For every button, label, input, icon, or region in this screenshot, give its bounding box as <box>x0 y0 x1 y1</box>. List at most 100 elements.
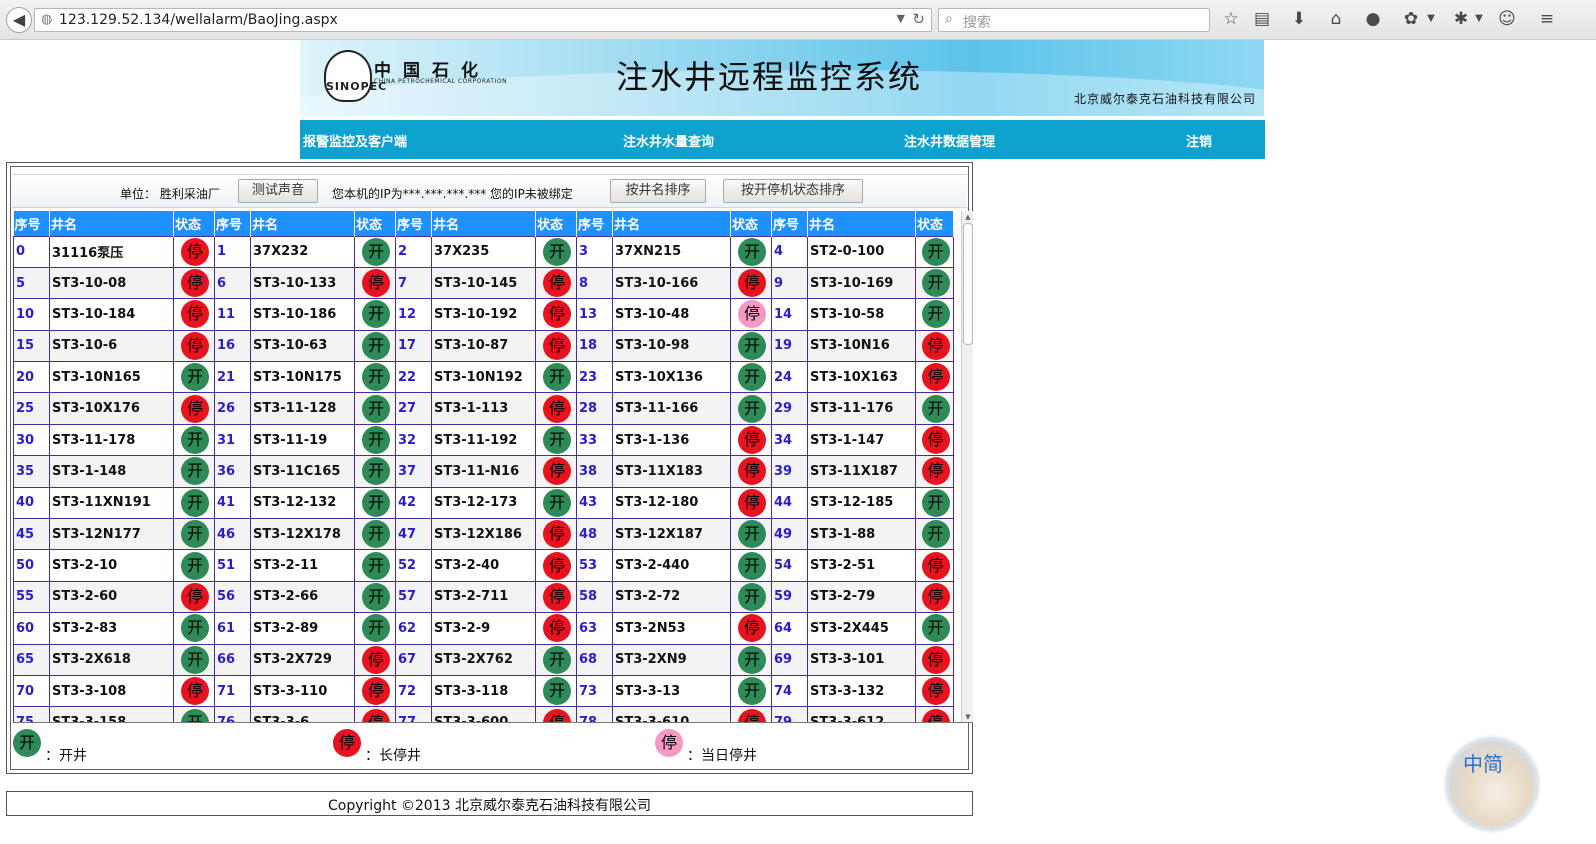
well-name[interactable]: ST3-11-192 <box>431 423 536 457</box>
stop-status-icon[interactable]: 停 <box>738 457 766 486</box>
well-name[interactable]: ST3-11-178 <box>49 423 174 457</box>
open-status-icon[interactable]: 开 <box>921 488 950 517</box>
stop-status-icon[interactable]: 停 <box>181 677 209 706</box>
well-name[interactable]: ST3-2-83 <box>49 612 174 645</box>
well-name[interactable]: ST3-3-110 <box>250 674 355 708</box>
stop-status-icon[interactable]: 停 <box>738 488 766 517</box>
well-name[interactable]: ST3-2-72 <box>612 580 731 614</box>
open-status-icon[interactable]: 开 <box>362 394 390 423</box>
open-status-icon[interactable]: 开 <box>738 331 766 360</box>
bookmark-star-icon[interactable]: ☆ <box>1220 9 1242 29</box>
sort-by-name-button[interactable]: 按井名排序 <box>610 179 706 203</box>
scrollbar-thumb[interactable] <box>963 223 973 345</box>
well-name[interactable]: ST3-10-58 <box>807 298 916 331</box>
nav-water-query[interactable]: 注水井水量查询 <box>623 131 714 150</box>
open-status-icon[interactable]: 开 <box>738 363 766 392</box>
stop-status-icon[interactable]: 停 <box>543 708 571 722</box>
scroll-down-icon[interactable]: ▼ <box>963 712 973 722</box>
stop-status-icon[interactable]: 停 <box>362 645 390 674</box>
well-name[interactable]: ST3-12-173 <box>431 486 536 520</box>
well-name[interactable]: ST3-10-186 <box>250 298 355 331</box>
stop-status-icon[interactable]: 停 <box>181 300 209 329</box>
well-name[interactable]: ST3-11-N16 <box>431 455 536 488</box>
well-name[interactable]: ST3-2-66 <box>250 580 355 614</box>
well-name[interactable]: ST3-12-132 <box>250 486 355 520</box>
well-name[interactable]: ST3-11-19 <box>250 423 355 457</box>
stop-status-icon[interactable]: 停 <box>921 457 950 486</box>
open-status-icon[interactable]: 开 <box>921 394 950 423</box>
well-name[interactable]: ST3-2N53 <box>612 612 731 645</box>
well-name[interactable]: 31116泵压 <box>49 235 174 268</box>
well-name[interactable]: ST3-2-10 <box>49 549 174 582</box>
well-name[interactable]: ST3-12-185 <box>807 486 916 520</box>
open-status-icon[interactable]: 开 <box>921 237 950 266</box>
well-name[interactable]: ST3-10-98 <box>612 329 731 363</box>
stop-status-icon[interactable]: 停 <box>362 677 390 706</box>
stop-status-icon[interactable]: 停 <box>543 269 571 298</box>
menu-icon[interactable]: ≡ <box>1536 9 1558 29</box>
stop-status-icon[interactable]: 停 <box>921 708 950 722</box>
well-name[interactable]: ST3-2X618 <box>49 643 174 676</box>
stop-status-icon[interactable]: 停 <box>362 708 390 722</box>
stop-status-icon[interactable]: 停 <box>362 269 390 298</box>
well-name[interactable]: 37X232 <box>250 235 355 268</box>
stop-status-icon[interactable]: 停 <box>738 269 766 298</box>
chevron-down-icon[interactable]: ▼ <box>897 12 905 25</box>
open-status-icon[interactable]: 开 <box>543 488 571 517</box>
smiley-icon[interactable]: ☺ <box>1496 9 1518 29</box>
open-status-icon[interactable]: 开 <box>181 488 209 517</box>
well-name[interactable]: ST3-3-158 <box>49 706 174 722</box>
well-name[interactable]: ST3-2-440 <box>612 549 731 582</box>
well-name[interactable]: ST3-10-192 <box>431 298 536 331</box>
well-name[interactable]: ST3-10-169 <box>807 266 916 300</box>
well-name[interactable]: ST3-10-63 <box>250 329 355 363</box>
stop-status-icon[interactable]: 停 <box>181 331 209 360</box>
open-status-icon[interactable]: 开 <box>362 363 390 392</box>
well-name[interactable]: ST3-3-118 <box>431 674 536 708</box>
well-name[interactable]: ST3-2XN9 <box>612 643 731 676</box>
open-status-icon[interactable]: 开 <box>738 551 766 580</box>
well-name[interactable]: ST3-2-40 <box>431 549 536 582</box>
stop-status-icon[interactable]: 停 <box>738 708 766 722</box>
well-name[interactable]: ST3-2X445 <box>807 612 916 645</box>
well-name[interactable]: ST3-2-89 <box>250 612 355 645</box>
open-status-icon[interactable]: 开 <box>362 520 390 549</box>
well-name[interactable]: ST3-11XN191 <box>49 486 174 520</box>
well-name[interactable]: ST3-10-87 <box>431 329 536 363</box>
well-name[interactable]: ST3-10X176 <box>49 392 174 425</box>
open-status-icon[interactable]: 开 <box>738 677 766 706</box>
well-name[interactable]: ST3-10-145 <box>431 266 536 300</box>
address-bar[interactable]: ◍ 123.129.52.134/wellalarm/BaoJing.aspx … <box>34 8 932 32</box>
well-name[interactable]: ST3-11-176 <box>807 392 916 425</box>
stop-status-icon[interactable]: 停 <box>543 331 571 360</box>
well-name[interactable]: ST3-12X187 <box>612 518 731 551</box>
open-status-icon[interactable]: 开 <box>543 363 571 392</box>
well-name[interactable]: ST3-1-148 <box>49 455 174 488</box>
well-name[interactable]: ST3-2-60 <box>49 580 174 614</box>
open-status-icon[interactable]: 开 <box>181 614 209 643</box>
stop-status-icon[interactable]: 停 <box>543 520 571 549</box>
well-name[interactable]: ST3-3-108 <box>49 674 174 708</box>
well-name[interactable]: ST3-1-147 <box>807 423 916 457</box>
well-name[interactable]: ST3-10X136 <box>612 361 731 394</box>
open-status-icon[interactable]: 开 <box>921 269 950 298</box>
well-name[interactable]: ST3-10-166 <box>612 266 731 300</box>
well-name[interactable]: ST3-1-88 <box>807 518 916 551</box>
open-status-icon[interactable]: 开 <box>362 488 390 517</box>
open-status-icon[interactable]: 开 <box>181 645 209 674</box>
floating-input-widget[interactable]: 中简 <box>1446 738 1538 830</box>
well-name[interactable]: ST3-2-11 <box>250 549 355 582</box>
open-status-icon[interactable]: 开 <box>543 237 571 266</box>
well-name[interactable]: ST3-12X186 <box>431 518 536 551</box>
well-name[interactable]: ST3-10N16 <box>807 329 916 363</box>
well-name[interactable]: ST3-12X178 <box>250 518 355 551</box>
open-status-icon[interactable]: 开 <box>362 331 390 360</box>
well-name[interactable]: ST3-10-133 <box>250 266 355 300</box>
stop-status-icon[interactable]: 停 <box>181 269 209 298</box>
open-status-icon[interactable]: 开 <box>181 520 209 549</box>
well-name[interactable]: ST3-3-610 <box>612 706 731 722</box>
open-status-icon[interactable]: 开 <box>738 394 766 423</box>
stop-status-icon[interactable]: 停 <box>738 614 766 643</box>
well-name[interactable]: ST3-3-612 <box>807 706 916 722</box>
nav-data-management[interactable]: 注水井数据管理 <box>904 131 995 150</box>
